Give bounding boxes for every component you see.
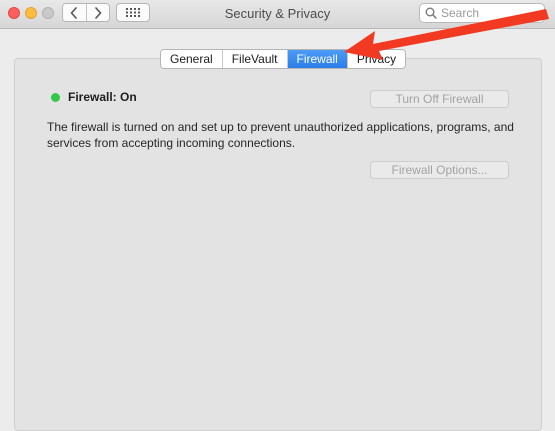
title-bar: Security & Privacy xyxy=(0,0,555,29)
turn-off-firewall-button[interactable]: Turn Off Firewall xyxy=(370,90,509,108)
tab-firewall[interactable]: Firewall xyxy=(286,50,347,68)
tab-general[interactable]: General xyxy=(161,50,222,68)
navigation-buttons xyxy=(62,3,110,22)
minimize-window-button[interactable] xyxy=(25,7,37,19)
firewall-status-indicator xyxy=(51,93,60,102)
preferences-window: Security & Privacy General FileVault Fir… xyxy=(0,0,555,431)
firewall-options-button[interactable]: Firewall Options... xyxy=(370,161,509,179)
back-button[interactable] xyxy=(63,4,86,21)
close-window-button[interactable] xyxy=(8,7,20,19)
firewall-status-label: Firewall: On xyxy=(68,90,137,104)
search-field[interactable] xyxy=(419,3,545,23)
chevron-left-icon xyxy=(70,6,78,19)
search-icon xyxy=(425,7,437,19)
tab-bar: General FileVault Firewall Privacy xyxy=(160,49,407,69)
tab-privacy[interactable]: Privacy xyxy=(346,50,406,68)
content-panel xyxy=(14,58,542,431)
tab-filevault[interactable]: FileVault xyxy=(221,50,287,68)
chevron-right-icon xyxy=(94,6,102,19)
forward-button[interactable] xyxy=(85,4,109,21)
show-all-button[interactable] xyxy=(116,3,150,22)
zoom-window-button[interactable] xyxy=(42,7,54,19)
firewall-description: The firewall is turned on and set up to … xyxy=(47,120,514,150)
search-input[interactable] xyxy=(441,6,541,20)
grid-icon xyxy=(126,8,140,17)
